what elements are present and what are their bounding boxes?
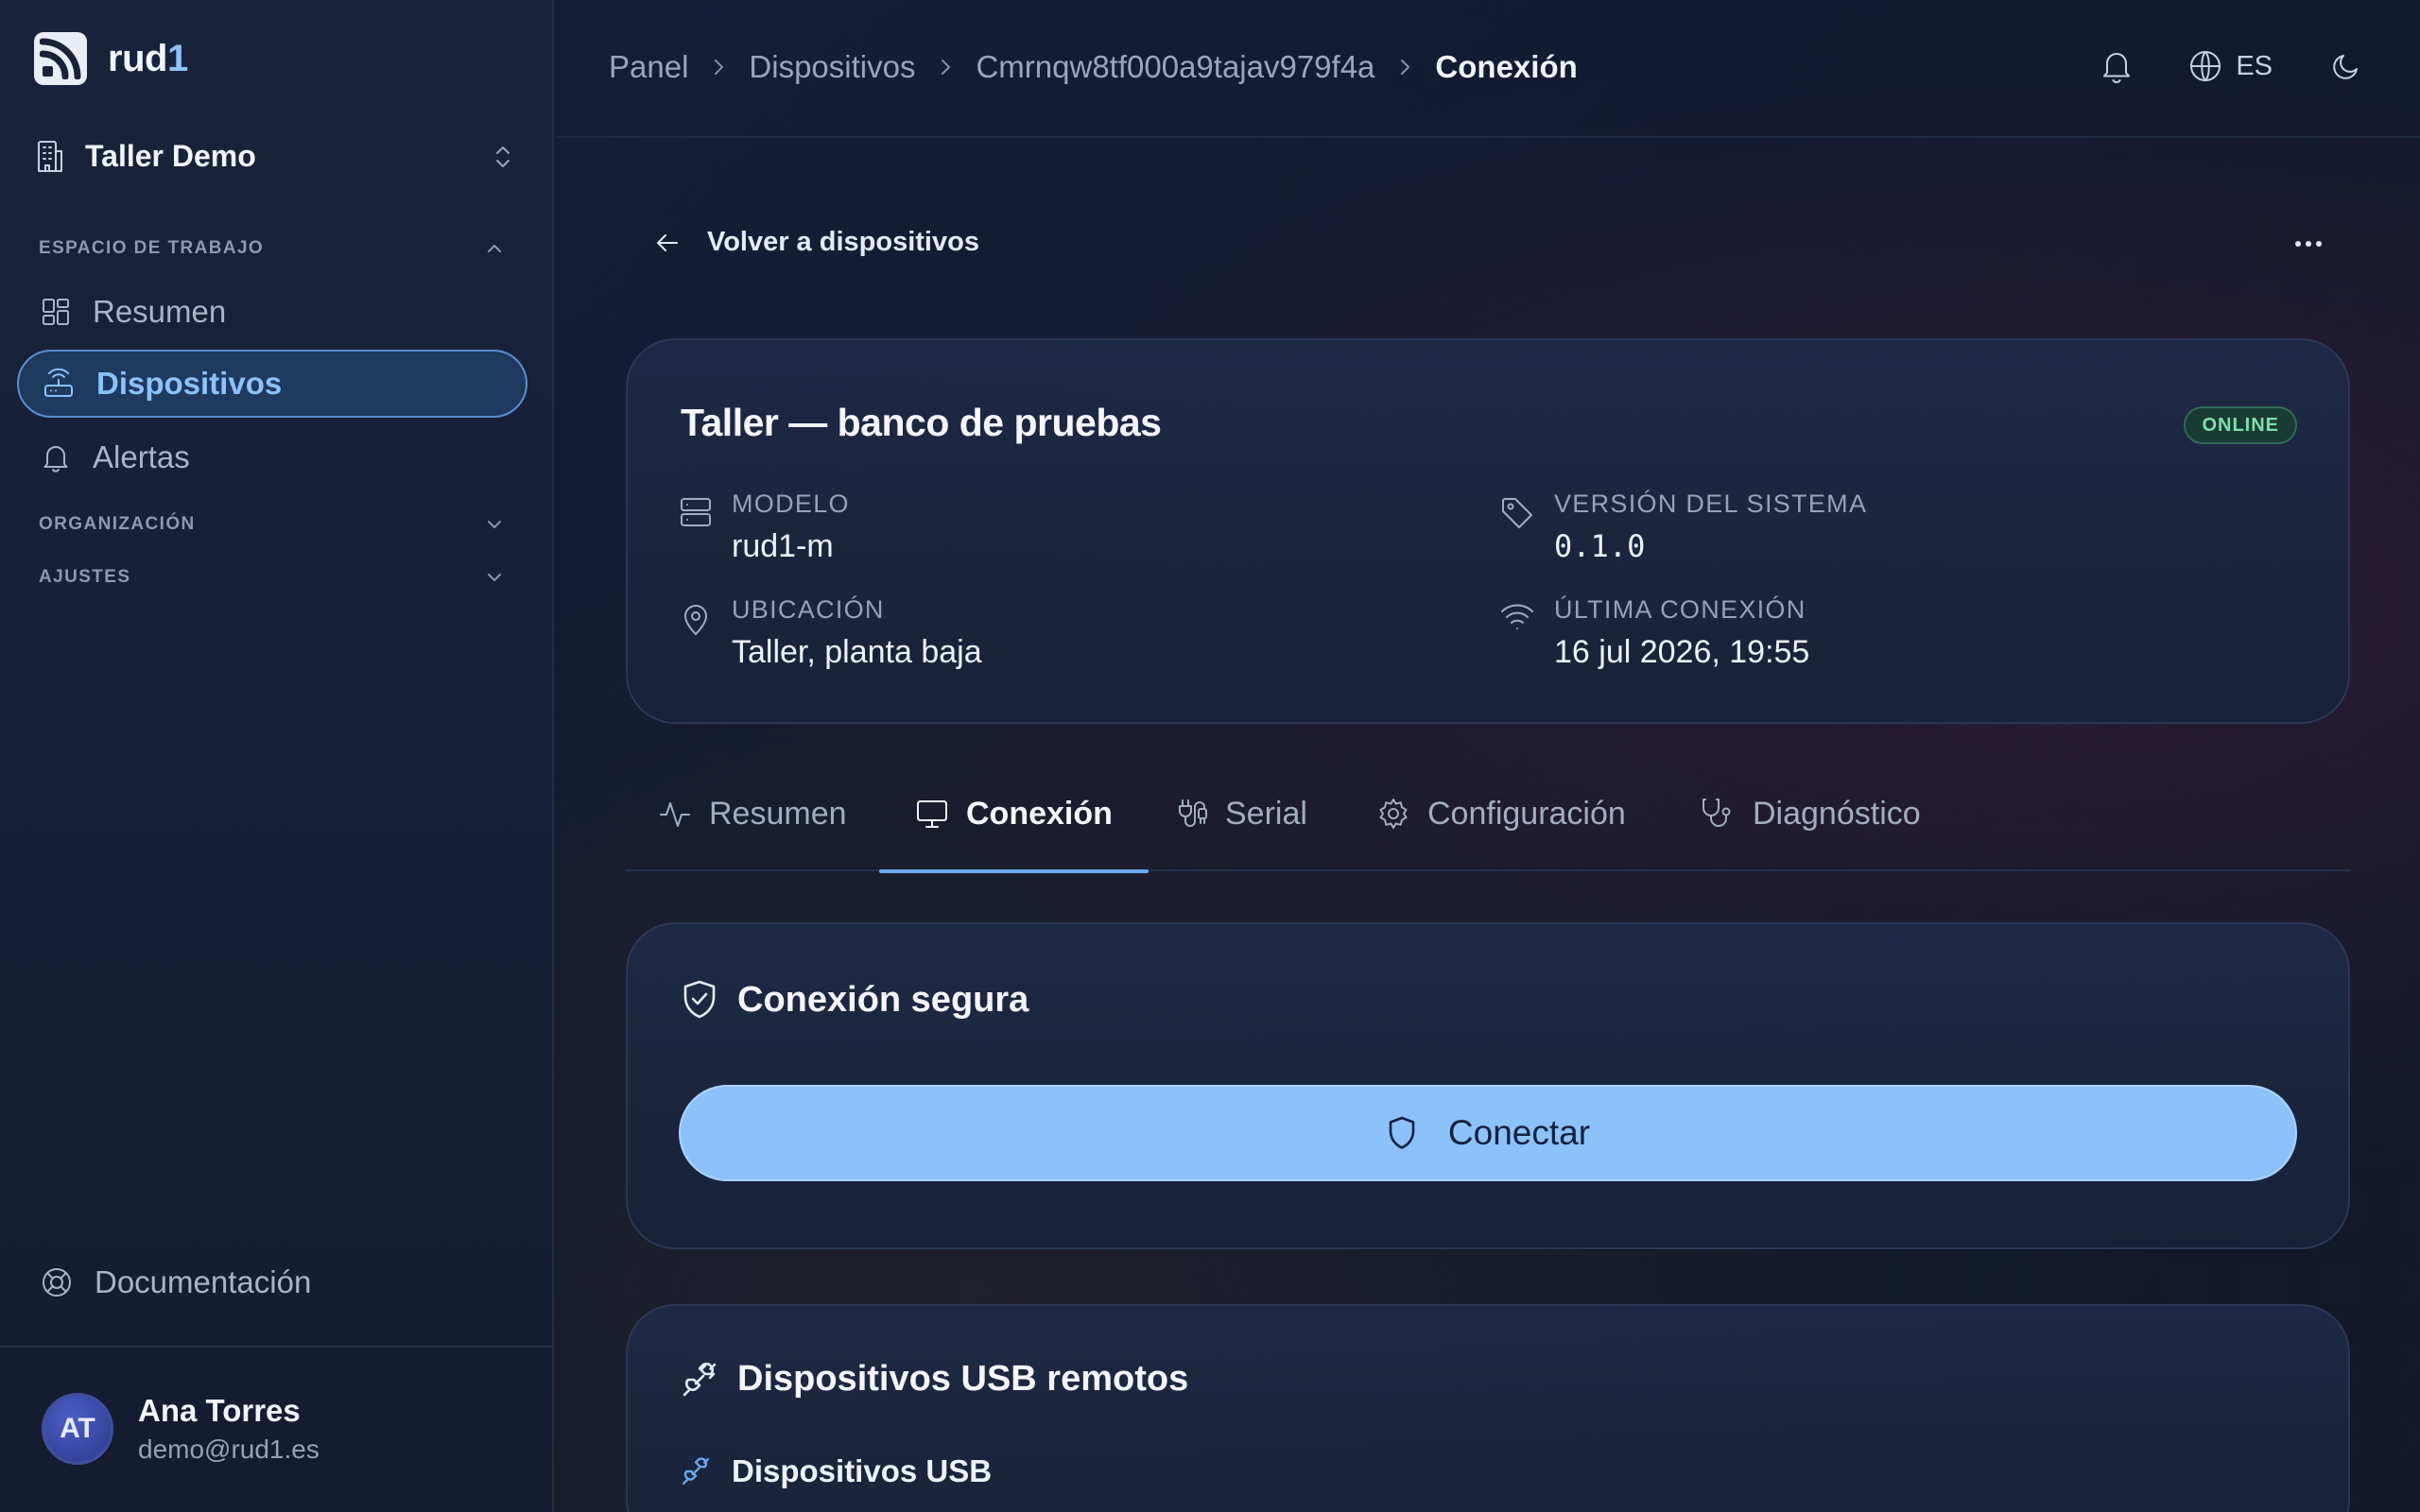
meta-label: UBICACIÓN <box>732 595 885 624</box>
connect-label: Conectar <box>1447 1113 1591 1152</box>
server-icon <box>679 495 713 529</box>
sidebar: rud1 Taller Demo ESPACIO DE TRABAJO Resu… <box>0 0 554 1512</box>
secure-connection-card: Conexión segura Conectar <box>626 922 2350 1249</box>
brand-logo[interactable]: rud1 <box>34 32 188 85</box>
chevron-right-icon <box>1395 56 1414 78</box>
connect-button[interactable]: Conectar <box>679 1085 2297 1181</box>
notifications-bell-icon[interactable] <box>2100 47 2134 85</box>
section-workspace[interactable]: ESPACIO DE TRABAJO <box>39 238 264 259</box>
meta-label: ÚLTIMA CONEXIÓN <box>1554 595 1806 624</box>
tab-resumen[interactable]: Resumen <box>658 756 847 871</box>
user-menu[interactable]: AT Ana Torres demo@rud1.es <box>42 1393 320 1465</box>
tab-configuracion[interactable]: Configuración <box>1376 756 1626 871</box>
tab-conexion[interactable]: Conexión <box>879 756 1149 873</box>
meta-model: MODELO rud1-m <box>679 490 850 565</box>
wifi-icon <box>1499 601 1535 633</box>
sidebar-item-label: Alertas <box>93 439 190 474</box>
life-buoy-icon <box>40 1265 74 1299</box>
documentation-label: Documentación <box>95 1264 312 1299</box>
user-name: Ana Torres <box>138 1393 301 1428</box>
sidebar-item-label: Dispositivos <box>96 366 283 401</box>
tab-diagnostico[interactable]: Diagnóstico <box>1700 756 1921 871</box>
shield-check-icon <box>681 979 718 1021</box>
rss-logo-icon <box>34 32 87 85</box>
meta-value: Taller, planta baja <box>732 634 982 670</box>
tab-label: Conexión <box>966 795 1113 832</box>
usb-devices-subtitle: Dispositivos USB <box>732 1453 993 1488</box>
status-badge: ONLINE <box>2184 406 2297 444</box>
tab-label: Serial <box>1225 795 1307 832</box>
meta-value: 0.1.0 <box>1554 528 1646 564</box>
meta-last-seen: ÚLTIMA CONEXIÓN 16 jul 2026, 19:55 <box>1499 595 1809 671</box>
more-options-icon[interactable] <box>2288 232 2329 255</box>
meta-label: VERSIÓN DEL SISTEMA <box>1554 490 1868 518</box>
gear-icon <box>1376 797 1410 831</box>
activity-icon <box>658 797 692 831</box>
layout-grid-icon <box>40 296 72 328</box>
tab-label: Diagnóstico <box>1753 795 1921 832</box>
breadcrumb-current: Conexión <box>1435 49 1578 84</box>
secure-connection-title: Conexión segura <box>737 979 1029 1020</box>
router-icon <box>42 367 76 401</box>
sidebar-item-dispositivos[interactable]: Dispositivos <box>17 350 527 418</box>
meta-value: 16 jul 2026, 19:55 <box>1554 634 1810 670</box>
moon-icon[interactable] <box>2329 49 2363 83</box>
globe-icon <box>2188 49 2222 83</box>
cable-icon <box>1174 797 1208 831</box>
usb-devices-subheader: Dispositivos USB <box>681 1453 992 1489</box>
usb-devices-card: Dispositivos USB remotos Dispositivos US… <box>626 1304 2350 1512</box>
org-switcher[interactable]: Taller Demo <box>34 130 516 181</box>
plug-icon <box>681 1361 718 1399</box>
bell-icon <box>40 441 72 473</box>
breadcrumb-panel[interactable]: Panel <box>609 49 688 85</box>
sidebar-item-alertas[interactable]: Alertas <box>17 423 527 491</box>
back-to-devices-link[interactable]: Volver a dispositivos <box>652 227 979 258</box>
documentation-link[interactable]: Documentación <box>40 1264 311 1300</box>
topbar: Panel Dispositivos Cmrnqw8tf000a9tajav97… <box>556 0 2420 138</box>
meta-location: UBICACIÓN Taller, planta baja <box>679 595 982 671</box>
building-icon <box>34 138 66 174</box>
back-label: Volver a dispositivos <box>707 227 979 257</box>
tab-label: Resumen <box>709 795 847 832</box>
tab-label: Configuración <box>1427 795 1626 832</box>
chevron-down-icon[interactable] <box>484 567 505 588</box>
device-info-card: Taller — banco de pruebas ONLINE MODELO … <box>626 338 2350 724</box>
device-title: Taller — banco de pruebas <box>681 401 1162 444</box>
chevron-down-icon[interactable] <box>484 514 505 535</box>
monitor-icon <box>915 797 949 831</box>
user-email: demo@rud1.es <box>138 1435 320 1464</box>
breadcrumb-device-id[interactable]: Cmrnqw8tf000a9tajav979f4a <box>976 49 1374 85</box>
secure-connection-header: Conexión segura <box>681 979 1028 1021</box>
tag-icon <box>1499 495 1535 531</box>
brand-name: rud1 <box>108 37 188 79</box>
breadcrumb-dispositivos[interactable]: Dispositivos <box>749 49 915 85</box>
meta-version: VERSIÓN DEL SISTEMA 0.1.0 <box>1499 490 1867 564</box>
usb-devices-title: Dispositivos USB remotos <box>737 1359 1189 1399</box>
chevron-right-icon <box>709 56 728 78</box>
plug-icon <box>681 1456 711 1486</box>
usb-devices-header: Dispositivos USB remotos <box>681 1359 1188 1400</box>
chevron-up-icon[interactable] <box>484 238 505 259</box>
shield-icon <box>1386 1115 1418 1151</box>
section-organizacion[interactable]: ORGANIZACIÓN <box>39 514 196 535</box>
avatar: AT <box>42 1393 113 1465</box>
arrow-left-icon <box>652 228 683 258</box>
language-code: ES <box>2236 50 2273 81</box>
chevron-right-icon <box>936 56 955 78</box>
sidebar-divider <box>0 1346 554 1348</box>
breadcrumb: Panel Dispositivos Cmrnqw8tf000a9tajav97… <box>609 49 1578 85</box>
sidebar-item-label: Resumen <box>93 294 227 329</box>
section-ajustes[interactable]: AJUSTES <box>39 567 130 588</box>
tab-serial[interactable]: Serial <box>1174 756 1307 871</box>
stethoscope-icon <box>1700 797 1736 831</box>
meta-value: rud1-m <box>732 528 834 564</box>
device-tabs: Resumen Conexión Serial Configuración Di… <box>626 756 2350 873</box>
sidebar-item-resumen[interactable]: Resumen <box>17 278 527 346</box>
meta-label: MODELO <box>732 490 850 518</box>
map-pin-icon <box>679 601 713 637</box>
org-name: Taller Demo <box>85 138 256 173</box>
language-switcher[interactable]: ES <box>2188 49 2273 83</box>
chevrons-up-down-icon <box>490 142 516 172</box>
